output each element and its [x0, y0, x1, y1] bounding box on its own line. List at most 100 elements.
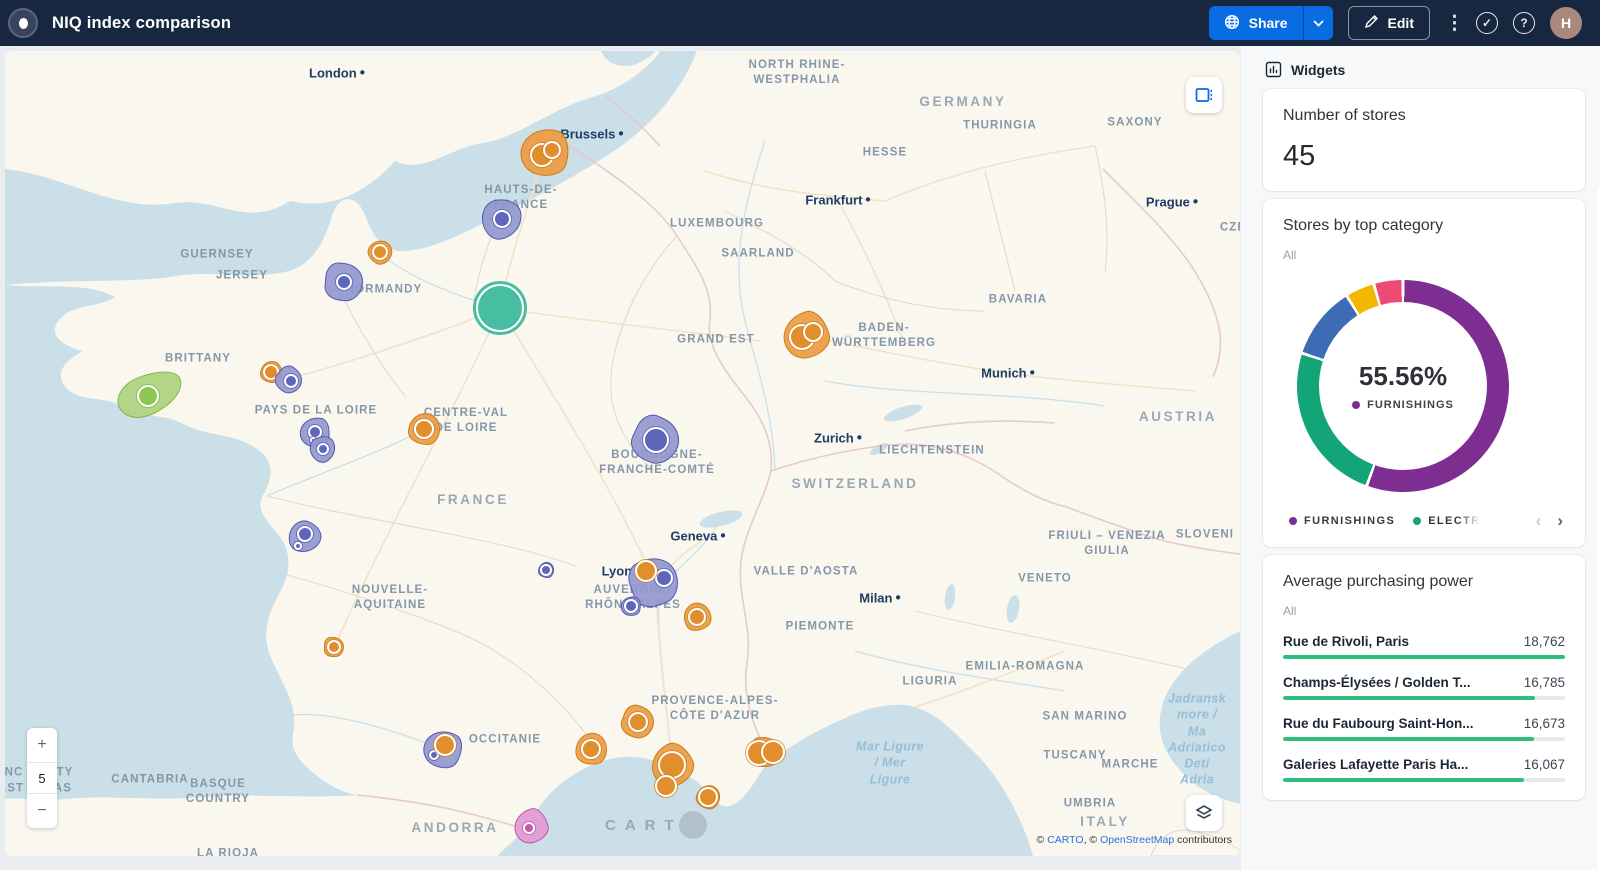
marker-circle — [688, 608, 706, 626]
widgets-panel-title: Widgets — [1291, 62, 1345, 78]
ranking-line: Champs-Élysées / Golden T... 16,785 — [1283, 675, 1565, 690]
donut-chart[interactable]: 55.56% FURNISHINGS — [1297, 280, 1509, 492]
top-navbar: NIQ index comparison Share — [0, 0, 1600, 46]
ranking-line: Galeries Lafayette Paris Ha... 16,067 — [1283, 757, 1565, 772]
table-row[interactable]: Rue de Rivoli, Paris18,762 — [1283, 634, 1565, 659]
legend-panel-icon — [1194, 85, 1214, 105]
ranking-label: Rue du Faubourg Saint-Hon... — [1283, 716, 1473, 731]
map-canvas[interactable]: London•Brussels•Frankfurt•Prague•Munich•… — [5, 51, 1240, 856]
legend-carousel-nav: ‹ › — [1536, 512, 1565, 529]
carto-link[interactable]: CARTO — [1047, 834, 1083, 846]
marker-circle — [698, 787, 718, 807]
marker-circle — [493, 210, 511, 228]
marker-circle — [336, 274, 352, 290]
basemap-layers-button[interactable] — [1186, 795, 1222, 831]
widget-title: Average purchasing power — [1283, 573, 1565, 591]
map-legend-button[interactable] — [1186, 77, 1222, 113]
marker-circle — [543, 141, 561, 159]
progress-fill — [1283, 655, 1565, 659]
stores-count-value: 45 — [1283, 140, 1565, 173]
marker-circle — [327, 640, 341, 654]
marker-circle — [317, 443, 329, 455]
avatar[interactable]: H — [1550, 7, 1582, 39]
edit-button[interactable]: Edit — [1348, 6, 1430, 40]
ranking-value: 16,067 — [1524, 757, 1565, 772]
marker-circle — [372, 244, 388, 260]
share-button-label: Share — [1249, 15, 1288, 31]
marker-circle — [624, 599, 638, 613]
progress-fill — [1283, 778, 1524, 782]
marker-circle — [414, 419, 434, 439]
progress-track — [1283, 778, 1565, 782]
marker-circle — [523, 822, 535, 834]
marker-circle — [540, 564, 552, 576]
number-of-stores-widget: Number of stores 45 — [1263, 89, 1585, 191]
marker-circle — [284, 374, 298, 388]
layers-icon — [1194, 803, 1214, 823]
globe-icon — [1224, 14, 1240, 33]
page-title: NIQ index comparison — [52, 14, 231, 33]
legend-item-label: ELECTR — [1428, 515, 1480, 527]
map-attribution: © CARTO, © OpenStreetMap contributors — [1037, 834, 1232, 846]
category-color-dot — [1352, 401, 1360, 409]
share-dropdown-button[interactable] — [1303, 6, 1333, 40]
donut-center-label: FURNISHINGS — [1352, 399, 1454, 411]
marker-circle — [803, 322, 823, 342]
legend-item-label: FURNISHINGS — [1304, 515, 1395, 527]
ranking-value: 18,762 — [1524, 634, 1565, 649]
map-markers-layer — [5, 51, 1240, 856]
ranking-label: Galeries Lafayette Paris Ha... — [1283, 757, 1468, 772]
zoom-out-button[interactable]: − — [27, 794, 57, 828]
zoom-level: 5 — [27, 762, 57, 794]
progress-track — [1283, 696, 1565, 700]
legend-color-dot — [1289, 517, 1297, 525]
table-row[interactable]: Champs-Élysées / Golden T... 16,785 — [1283, 675, 1565, 700]
purchasing-power-widget: Average purchasing power All Rue de Rivo… — [1263, 555, 1585, 800]
check-circle-icon[interactable]: ✓ — [1476, 12, 1498, 34]
progress-fill — [1283, 696, 1535, 700]
workspace-logo — [8, 8, 38, 38]
marker-circle — [581, 739, 601, 759]
stores-by-category-widget: Stores by top category All 55.56% FURNIS… — [1263, 199, 1585, 547]
marker-circle — [761, 740, 785, 764]
kebab-menu-icon[interactable]: ⋮ — [1445, 14, 1461, 33]
share-button[interactable]: Share — [1209, 6, 1303, 40]
osm-link[interactable]: OpenStreetMap — [1100, 834, 1174, 846]
ranking-value: 16,785 — [1524, 675, 1565, 690]
marker-circle — [635, 560, 657, 582]
donut-center: 55.56% FURNISHINGS — [1319, 302, 1487, 470]
widget-filter-label: All — [1283, 248, 1565, 262]
zoom-in-button[interactable]: + — [27, 728, 57, 762]
widgets-panel: Widgets Number of stores 45 Stores by to… — [1241, 46, 1600, 870]
progress-fill — [1283, 737, 1534, 741]
marker-circle — [137, 385, 159, 407]
share-split-button: Share — [1209, 6, 1333, 40]
marker-circle — [434, 734, 456, 756]
legend-prev-icon[interactable]: ‹ — [1536, 512, 1542, 529]
marker-circle — [643, 427, 669, 453]
progress-track — [1283, 737, 1565, 741]
marker-circle — [628, 712, 648, 732]
marker-circle — [473, 281, 527, 335]
ranking-line: Rue du Faubourg Saint-Hon... 16,673 — [1283, 716, 1565, 731]
ranking-label: Champs-Élysées / Golden T... — [1283, 675, 1471, 690]
legend-item[interactable]: FURNISHINGS — [1289, 515, 1395, 527]
zoom-control: + 5 − — [27, 728, 57, 828]
widget-title: Number of stores — [1283, 107, 1565, 125]
marker-circle — [655, 569, 673, 587]
help-icon[interactable]: ? — [1513, 12, 1535, 34]
table-row[interactable]: Galeries Lafayette Paris Ha... 16,067 — [1283, 757, 1565, 782]
ranking-value: 16,673 — [1524, 716, 1565, 731]
legend-next-icon[interactable]: › — [1557, 512, 1563, 529]
donut-center-value: 55.56% — [1359, 361, 1447, 392]
donut-legend: FURNISHINGS ELECTR ‹ › — [1283, 512, 1565, 529]
ranking-line: Rue de Rivoli, Paris18,762 — [1283, 634, 1565, 649]
marker-circle — [297, 526, 313, 542]
legend-item[interactable]: ELECTR — [1413, 515, 1480, 527]
marker-circle — [655, 775, 677, 797]
table-row[interactable]: Rue du Faubourg Saint-Hon... 16,673 — [1283, 716, 1565, 741]
widgets-icon — [1265, 61, 1282, 78]
edit-button-label: Edit — [1388, 15, 1414, 31]
widget-filter-label: All — [1283, 604, 1565, 618]
pencil-icon — [1364, 14, 1379, 32]
